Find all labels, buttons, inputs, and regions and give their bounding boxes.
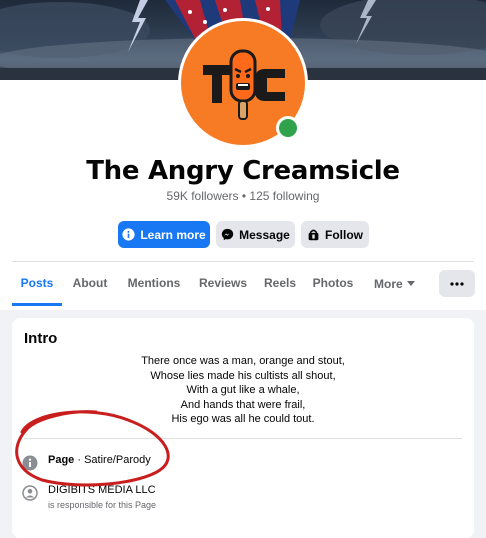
message-label: Message <box>239 227 290 242</box>
tab-label: Mentions <box>127 276 181 290</box>
page-category: Page · Satire/Parody <box>48 454 151 466</box>
bio-line: With a gut like a whale, <box>186 384 300 397</box>
more-options-button[interactable] <box>439 270 475 297</box>
learn-more-label: Learn more <box>140 227 206 242</box>
tab-label: Reels <box>263 276 297 290</box>
tab-label: About <box>72 276 108 290</box>
user-icon <box>22 485 38 501</box>
intro-heading: Intro <box>24 330 58 347</box>
category-value: · Satire/Parody <box>74 454 151 466</box>
tab-label: More <box>374 277 403 291</box>
follow-label: Follow <box>325 227 363 242</box>
follow-button[interactable]: Follow <box>301 221 369 248</box>
ellipsis-icon <box>450 281 464 286</box>
bio-line: His ego was all he could tout. <box>171 413 315 426</box>
learn-more-button[interactable]: Learn more <box>118 221 210 248</box>
tab-photos[interactable]: Photos <box>309 262 357 306</box>
intro-bio: There once was a man, orange and stout, … <box>12 354 474 427</box>
page-owner: DIGIBITS MEDIA LLC is responsible for th… <box>48 484 156 510</box>
divider <box>24 438 462 439</box>
tab-about[interactable]: About <box>68 262 112 306</box>
owner-name: DIGIBITS MEDIA LLC <box>48 484 156 496</box>
bio-line: Whose lies made his cultists all shout, <box>150 369 336 382</box>
tab-label: Reviews <box>198 276 248 290</box>
tab-reels[interactable]: Reels <box>261 262 299 306</box>
info-icon <box>122 228 135 241</box>
messenger-icon <box>221 228 234 241</box>
info-icon <box>22 455 38 471</box>
tab-posts[interactable]: Posts <box>12 262 62 306</box>
caret-down-icon <box>406 281 415 286</box>
page-header: The Angry Creamsicle 59K followers • 125… <box>0 0 486 310</box>
bio-line: There once was a man, orange and stout, <box>141 355 345 367</box>
owner-subtext: is responsible for this Page <box>48 500 157 510</box>
message-button[interactable]: Message <box>216 221 295 248</box>
page-owner-row: DIGIBITS MEDIA LLC is responsible for th… <box>22 484 156 510</box>
profile-avatar[interactable] <box>178 18 308 148</box>
page-title: The Angry Creamsicle <box>86 156 400 186</box>
page-category-row: Page · Satire/Parody <box>22 454 151 471</box>
intro-card: Intro There once was a man, orange and s… <box>12 318 474 538</box>
tab-label: Posts <box>20 276 54 290</box>
online-status-dot <box>276 116 300 140</box>
bio-line: And hands that were frail, <box>180 398 306 411</box>
tab-label: Photos <box>312 276 354 290</box>
category-label: Page <box>48 454 75 466</box>
tab-reviews[interactable]: Reviews <box>196 262 250 306</box>
follow-icon <box>308 229 319 241</box>
tab-mentions[interactable]: Mentions <box>122 262 186 306</box>
profile-tabs: Posts About Mentions Reviews Reels Photo… <box>12 262 474 306</box>
follower-stats[interactable]: 59K followers • 125 following <box>0 189 486 203</box>
tab-more[interactable]: More <box>374 262 422 306</box>
